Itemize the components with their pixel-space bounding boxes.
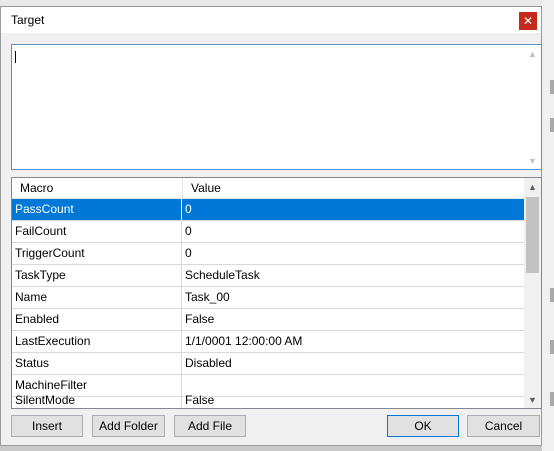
table-row[interactable]: TaskType ScheduleTask	[12, 265, 524, 287]
close-icon: ✕	[522, 14, 534, 28]
value-cell: Disabled	[181, 353, 524, 374]
scroll-down-icon[interactable]: ▼	[524, 152, 541, 169]
macro-cell: SilentMode	[15, 393, 76, 407]
value-cell: False	[181, 309, 524, 330]
column-header-value[interactable]: Value	[182, 178, 524, 198]
table-row[interactable]: PassCount 0	[12, 199, 524, 221]
table-row[interactable]: Name Task_00	[12, 287, 524, 309]
grid-header: Macro Value	[12, 178, 524, 199]
macro-cell: PassCount	[15, 202, 74, 216]
target-text-area[interactable]: ▲ ▼	[11, 44, 542, 170]
text-caret	[15, 51, 16, 63]
text-area-scrollbar[interactable]: ▲ ▼	[524, 45, 541, 169]
dialog-title: Target	[11, 13, 45, 27]
macro-cell: Enabled	[15, 312, 60, 326]
value-cell: False	[181, 390, 524, 408]
grid-rows: PassCount 0 FailCount 0 TriggerCount 0 T…	[12, 199, 524, 408]
background-mark	[550, 288, 554, 302]
table-row[interactable]: TriggerCount 0	[12, 243, 524, 265]
value-cell: 0	[181, 199, 524, 220]
close-button[interactable]: ✕	[519, 12, 537, 30]
add-folder-button[interactable]: Add Folder	[92, 415, 165, 437]
grid-scrollbar[interactable]: ▲ ▼	[524, 178, 541, 408]
ok-button[interactable]: OK	[387, 415, 459, 437]
scroll-up-icon[interactable]: ▲	[524, 45, 541, 62]
background-mark	[550, 80, 554, 94]
value-cell: 0	[181, 243, 524, 264]
table-row[interactable]: LastExecution 1/1/0001 12:00:00 AM	[12, 331, 524, 353]
macro-cell: Status	[15, 356, 50, 370]
macro-cell: LastExecution	[15, 334, 91, 348]
scroll-down-icon[interactable]: ▼	[524, 391, 541, 408]
value-cell: Task_00	[181, 287, 524, 308]
table-row[interactable]: SilentMode False	[12, 390, 524, 408]
table-row[interactable]: FailCount 0	[12, 221, 524, 243]
add-file-button[interactable]: Add File	[174, 415, 246, 437]
background-mark	[550, 118, 554, 132]
background-mark	[550, 392, 554, 406]
value-cell: 0	[181, 221, 524, 242]
cancel-button[interactable]: Cancel	[467, 415, 540, 437]
macro-cell: TriggerCount	[15, 246, 85, 260]
macro-cell: Name	[15, 290, 48, 304]
insert-button[interactable]: Insert	[11, 415, 83, 437]
macro-cell: FailCount	[15, 224, 67, 238]
column-header-macro[interactable]: Macro	[12, 178, 182, 198]
title-bar: Target ✕	[1, 7, 541, 33]
background-window-right-edge	[542, 0, 554, 451]
macro-grid: Macro Value PassCount 0 FailCount 0 Trig…	[11, 177, 542, 409]
target-dialog: Target ✕ ▲ ▼ Macro Value PassCount 0 Fai…	[0, 6, 542, 446]
scroll-up-icon[interactable]: ▲	[524, 178, 541, 195]
macro-cell: TaskType	[15, 268, 66, 282]
scrollbar-thumb[interactable]	[526, 197, 539, 273]
value-cell: ScheduleTask	[181, 265, 524, 286]
background-mark	[550, 340, 554, 354]
table-row[interactable]: Status Disabled	[12, 353, 524, 375]
table-row[interactable]: Enabled False	[12, 309, 524, 331]
value-cell: 1/1/0001 12:00:00 AM	[181, 331, 524, 352]
